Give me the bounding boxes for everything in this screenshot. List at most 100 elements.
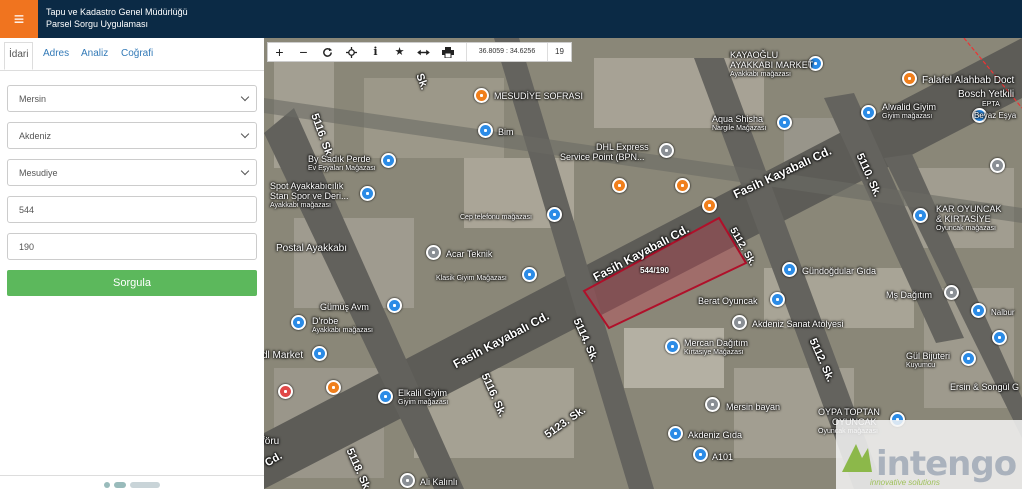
poi-label: föru: [264, 436, 280, 447]
info-icon[interactable]: i: [364, 43, 387, 61]
poi-label: Bim: [498, 127, 514, 137]
hospital-pin-icon[interactable]: [278, 384, 293, 399]
shop-pin-icon[interactable]: [913, 208, 928, 223]
il-value: Mersin: [19, 94, 47, 104]
tab-bar: İdari Adres Analiz Coğrafi: [0, 38, 264, 71]
shop-pin-icon[interactable]: [782, 262, 797, 277]
indicator-dot: [104, 482, 110, 488]
poi-label: Elkalil Giyim Giyim mağazası: [398, 388, 449, 406]
tab-idari[interactable]: İdari: [4, 42, 34, 70]
print-icon[interactable]: [436, 43, 459, 61]
measure-icon[interactable]: [412, 43, 435, 61]
poi-label: Mersin bayan: [726, 402, 781, 412]
poi-label: Mercan Dağıtım Kırtasiye Mağazası: [684, 338, 749, 356]
shop-pin-icon[interactable]: [478, 123, 493, 138]
poi-label: Klasik Giyim Mağazası: [436, 275, 507, 282]
mahalle-select[interactable]: Mesudiye: [7, 159, 257, 186]
coordinate-readout: 36.8059 : 34.6256: [466, 43, 548, 61]
ada-input[interactable]: 544: [7, 196, 257, 223]
restaurant-pin-icon[interactable]: [702, 198, 717, 213]
poi-label: By Sadık Perde Ev Eşyaları Mağazası: [308, 154, 376, 172]
star-icon[interactable]: ★: [388, 43, 411, 61]
intengo-logo-icon: [842, 444, 872, 472]
place-pin-icon[interactable]: [400, 473, 415, 488]
poi-label: Acar Teknik: [446, 249, 493, 259]
poi-label: DHL Express Service Point (BPN...: [560, 142, 649, 162]
indicator-dot: [114, 482, 126, 488]
zoom-level: 19: [555, 47, 564, 56]
shop-pin-icon[interactable]: [522, 267, 537, 282]
shop-pin-icon[interactable]: [387, 298, 402, 313]
shop-pin-icon[interactable]: [777, 115, 792, 130]
parsel-input[interactable]: 190: [7, 233, 257, 260]
place-pin-icon[interactable]: [990, 158, 1005, 173]
poi-label: Cep telefonu mağazası: [460, 214, 532, 221]
poi-label: Akdeniz Gıda: [688, 430, 743, 440]
shop-pin-icon[interactable]: [381, 153, 396, 168]
restaurant-pin-icon[interactable]: [675, 178, 690, 193]
tab-adres[interactable]: Adres: [43, 48, 69, 59]
il-select[interactable]: Mersin: [7, 85, 257, 112]
poi-label: Akdeniz Sanat Atölyesi: [752, 319, 844, 329]
poi-label: dl Market: [264, 350, 304, 361]
poi-label: Falafel Alahbab Doct: [922, 75, 1015, 86]
chevron-down-icon: [240, 166, 250, 176]
shop-pin-icon[interactable]: [668, 426, 683, 441]
ilce-select[interactable]: Akdeniz: [7, 122, 257, 149]
poi-label: Alwalid Giyim Giyim mağazası: [882, 102, 937, 120]
shop-pin-icon[interactable]: [665, 339, 680, 354]
tab-analiz[interactable]: Analiz: [81, 48, 108, 59]
poi-label: Aqua Shisha Nargile Mağazası: [712, 114, 767, 132]
restaurant-pin-icon[interactable]: [326, 380, 341, 395]
shop-pin-icon[interactable]: [378, 389, 393, 404]
parsel-value: 190: [19, 242, 35, 252]
place-pin-icon[interactable]: [944, 285, 959, 300]
shop-pin-icon[interactable]: [312, 346, 327, 361]
poi-label: Postal Ayakkabı: [276, 243, 347, 254]
mahalle-value: Mesudiye: [19, 168, 58, 178]
brand-watermark: intengo innovative solutions: [836, 420, 1022, 489]
chevron-down-icon: [240, 129, 250, 139]
brand-tagline: innovative solutions: [870, 478, 940, 487]
chevron-down-icon: [240, 92, 250, 102]
place-pin-icon[interactable]: [426, 245, 441, 260]
zoom-in-icon[interactable]: +: [268, 43, 291, 61]
sorgula-button[interactable]: Sorgula: [7, 270, 257, 296]
tab-cografi[interactable]: Coğrafi: [121, 48, 153, 59]
shop-pin-icon[interactable]: [861, 105, 876, 120]
place-pin-icon[interactable]: [659, 143, 674, 158]
poi-label: Gümüş Avm: [320, 302, 369, 312]
poi-label: Mş Dağıtım: [886, 290, 933, 300]
poi-label: A101: [712, 452, 734, 462]
poi-label: Gül Bijuteri Kuyumcu: [906, 351, 951, 369]
title-line-2: Parsel Sorgu Uygulaması: [46, 19, 149, 29]
shop-pin-icon[interactable]: [360, 186, 375, 201]
shop-pin-icon[interactable]: [971, 303, 986, 318]
hamburger-icon[interactable]: ≡: [0, 0, 38, 38]
shop-pin-icon[interactable]: [547, 207, 562, 222]
ada-value: 544: [19, 205, 35, 215]
refresh-icon[interactable]: [316, 43, 339, 61]
poi-label: KAR OYUNCAK & KIRTASİYE Oyuncak mağazası: [936, 204, 1002, 232]
place-pin-icon[interactable]: [732, 315, 747, 330]
shop-pin-icon[interactable]: [961, 351, 976, 366]
poi-label: KAYAOĞLU AYAKKABI MARKET Ayakkabı mağazası: [730, 50, 814, 78]
place-pin-icon[interactable]: [705, 397, 720, 412]
restaurant-pin-icon[interactable]: [474, 88, 489, 103]
poi-label: Ersin & Songül G: [950, 382, 1020, 392]
poi-label: Nalbur: [991, 308, 1015, 317]
shop-pin-icon[interactable]: [291, 315, 306, 330]
map-toolbar: + − i ★ 36.8059 : 34.6256 19: [267, 42, 572, 62]
shop-pin-icon[interactable]: [693, 447, 708, 462]
shop-pin-icon[interactable]: [992, 330, 1007, 345]
restaurant-pin-icon[interactable]: [612, 178, 627, 193]
poi-label: Beyaz Eşya: [974, 111, 1017, 120]
shop-pin-icon[interactable]: [770, 292, 785, 307]
poi-label: Berat Oyuncak: [698, 296, 758, 306]
parcel-label: 544/190: [640, 266, 669, 275]
restaurant-pin-icon[interactable]: [902, 71, 917, 86]
locate-icon[interactable]: [340, 43, 363, 61]
zoom-out-icon[interactable]: −: [292, 43, 315, 61]
poi-label: Gündoğdular Gıda: [802, 266, 877, 276]
map-view[interactable]: 544/190 5116. Sk. Sk. Fasih Kayabalı Cd.…: [264, 38, 1022, 489]
